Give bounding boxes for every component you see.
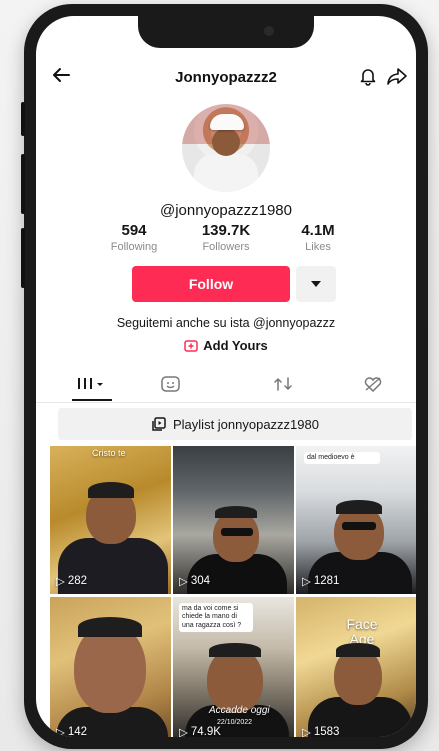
share-icon[interactable] bbox=[386, 66, 408, 91]
phone-volume-up bbox=[21, 154, 25, 214]
sticker-icon bbox=[161, 376, 180, 392]
view-count: ▷ 1583 bbox=[302, 725, 339, 737]
stat-followers[interactable]: 139.7K Followers bbox=[180, 222, 272, 253]
view-count: ▷ 142 bbox=[56, 725, 87, 737]
video-overlay-text: Accadde oggi bbox=[209, 705, 270, 716]
play-icon: ▷ bbox=[56, 727, 65, 737]
view-count: ▷ 282 bbox=[56, 574, 87, 588]
video-thumbnail[interactable]: Cristo te ▷ 282 bbox=[50, 446, 171, 594]
video-caption: dal medioevo è bbox=[304, 452, 380, 465]
follow-row: Follow bbox=[132, 266, 336, 302]
avatar[interactable] bbox=[182, 104, 270, 192]
video-thumbnail[interactable]: ▷ 304 bbox=[173, 446, 294, 594]
tab-reposts[interactable] bbox=[160, 374, 182, 399]
stat-label: Followers bbox=[202, 241, 250, 253]
stat-value: 594 bbox=[121, 222, 147, 239]
video-grid: Cristo te ▷ 282 ▷ 304 dal medioevo è ▷ 1281 bbox=[50, 446, 416, 737]
profile-title: Jonnyopazzz2 bbox=[175, 68, 277, 86]
phone-volume-down bbox=[21, 228, 25, 288]
view-count-value: 142 bbox=[67, 726, 88, 737]
grid-icon bbox=[78, 378, 103, 389]
app-screen: Jonnyopazzz2 @jonnyopazzz1980 594 Follow… bbox=[36, 16, 416, 737]
stat-label: Following bbox=[110, 241, 158, 253]
camera-dot bbox=[264, 26, 274, 36]
video-overlay-date: 22/10/2022 bbox=[217, 719, 253, 726]
view-count-value: 282 bbox=[67, 575, 88, 587]
liked-hidden-icon bbox=[364, 377, 382, 393]
stats-row: 594 Following 139.7K Followers 4.1M Like… bbox=[36, 222, 416, 253]
video-thumbnail[interactable]: dal medioevo è ▷ 1281 bbox=[296, 446, 416, 594]
tab-reposted[interactable] bbox=[272, 374, 294, 399]
video-caption: ma da voi come si chiede la mano di una … bbox=[179, 603, 253, 633]
tab-liked[interactable] bbox=[362, 374, 384, 399]
bio-text: Seguitemi anche su ista @jonnyopazzz bbox=[116, 316, 336, 330]
playlist-icon bbox=[152, 417, 166, 431]
follow-button[interactable]: Follow bbox=[132, 266, 290, 302]
play-icon: ▷ bbox=[302, 727, 311, 737]
video-thumbnail[interactable]: ▷ 142 bbox=[50, 597, 171, 737]
stat-following[interactable]: 594 Following bbox=[88, 222, 180, 253]
view-count: ▷ 1281 bbox=[302, 574, 339, 588]
phone-side-button bbox=[21, 102, 25, 136]
stat-likes[interactable]: 4.1M Likes bbox=[272, 222, 364, 253]
back-arrow-icon[interactable] bbox=[50, 64, 72, 92]
suggested-dropdown-button[interactable] bbox=[296, 266, 336, 302]
stat-value: 139.7K bbox=[201, 222, 251, 239]
add-yours-label: Add Yours bbox=[203, 338, 268, 353]
notch bbox=[138, 16, 314, 48]
add-yours-link[interactable]: Add Yours bbox=[36, 338, 416, 353]
view-count-value: 74.9K bbox=[190, 726, 221, 737]
view-count-value: 1281 bbox=[313, 575, 340, 587]
repost-icon bbox=[274, 377, 292, 391]
play-icon: ▷ bbox=[302, 576, 311, 588]
view-count-value: 1583 bbox=[313, 726, 340, 737]
play-icon: ▷ bbox=[179, 727, 188, 737]
play-icon: ▷ bbox=[56, 576, 65, 588]
view-count-value: 304 bbox=[190, 575, 211, 587]
active-tab-indicator bbox=[72, 399, 112, 401]
stat-value: 4.1M bbox=[301, 222, 335, 239]
playlist-button[interactable]: Playlist jonnyopazzz1980 bbox=[58, 408, 412, 440]
bell-icon[interactable] bbox=[358, 66, 378, 91]
video-thumbnail[interactable]: ma da voi come si chiede la mano di una … bbox=[173, 597, 294, 737]
playlist-label: Playlist jonnyopazzz1980 bbox=[173, 416, 319, 432]
add-yours-icon bbox=[184, 339, 198, 352]
caret-down-icon bbox=[311, 281, 321, 287]
top-bar: Jonnyopazzz2 bbox=[36, 62, 416, 92]
video-caption: Cristo te bbox=[92, 448, 126, 458]
play-icon: ▷ bbox=[179, 576, 188, 588]
username: @jonnyopazzz1980 bbox=[160, 202, 292, 219]
view-count: ▷ 74.9K bbox=[179, 725, 221, 737]
video-thumbnail[interactable]: Face Age ▷ 1583 bbox=[296, 597, 416, 737]
tab-videos[interactable] bbox=[76, 374, 106, 397]
stat-label: Likes bbox=[305, 241, 331, 253]
phone-frame: Jonnyopazzz2 @jonnyopazzz1980 594 Follow… bbox=[21, 4, 428, 749]
view-count: ▷ 304 bbox=[179, 574, 210, 588]
profile-tabs bbox=[36, 368, 416, 403]
